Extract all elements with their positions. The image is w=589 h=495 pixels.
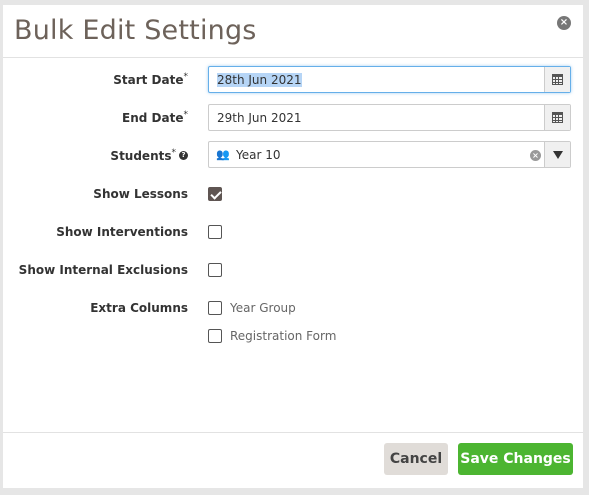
students-select[interactable]: 👥 Year 10 ×	[208, 141, 571, 168]
question-icon[interactable]: ?	[179, 151, 188, 160]
show-lessons-label: Show Lessons	[93, 187, 188, 201]
modal-title: Bulk Edit Settings	[14, 15, 257, 46]
start-date-input[interactable]: 28th Jun 2021	[208, 66, 571, 93]
start-date-value: 28th Jun 2021	[217, 73, 302, 87]
start-date-calendar-button[interactable]	[544, 67, 570, 92]
registration-form-label[interactable]: Registration Form	[230, 329, 336, 343]
save-changes-button[interactable]: Save Changes	[458, 443, 573, 475]
show-lessons-checkbox[interactable]	[208, 187, 222, 201]
year-group-checkbox[interactable]	[208, 301, 222, 315]
extra-columns-label: Extra Columns	[90, 301, 188, 315]
close-icon[interactable]: ×	[557, 16, 571, 30]
header-divider	[3, 57, 583, 58]
students-dropdown-button[interactable]	[544, 142, 570, 167]
users-icon: 👥	[216, 148, 230, 161]
caret-down-icon	[552, 150, 563, 159]
registration-form-checkbox[interactable]	[208, 329, 222, 343]
end-date-value: 29th Jun 2021	[217, 111, 302, 125]
show-internal-exclusions-label: Show Internal Exclusions	[18, 263, 188, 277]
students-label: Students*?	[110, 148, 188, 163]
calendar-icon	[552, 112, 563, 123]
show-internal-exclusions-checkbox[interactable]	[208, 263, 222, 277]
show-interventions-label: Show Interventions	[56, 225, 188, 239]
students-value: Year 10	[236, 148, 281, 162]
end-date-input[interactable]: 29th Jun 2021	[208, 104, 571, 131]
end-date-calendar-button[interactable]	[544, 105, 570, 130]
cancel-button[interactable]: Cancel	[384, 443, 448, 475]
end-date-label: End Date*	[122, 110, 188, 125]
calendar-icon	[552, 74, 563, 85]
year-group-label[interactable]: Year Group	[230, 301, 296, 315]
start-date-label: Start Date*	[113, 72, 188, 87]
show-interventions-checkbox[interactable]	[208, 225, 222, 239]
footer-divider	[3, 432, 583, 433]
bulk-edit-modal: Bulk Edit Settings × Start Date* 28th Ju…	[3, 5, 583, 488]
clear-selection-icon[interactable]: ×	[530, 150, 541, 161]
